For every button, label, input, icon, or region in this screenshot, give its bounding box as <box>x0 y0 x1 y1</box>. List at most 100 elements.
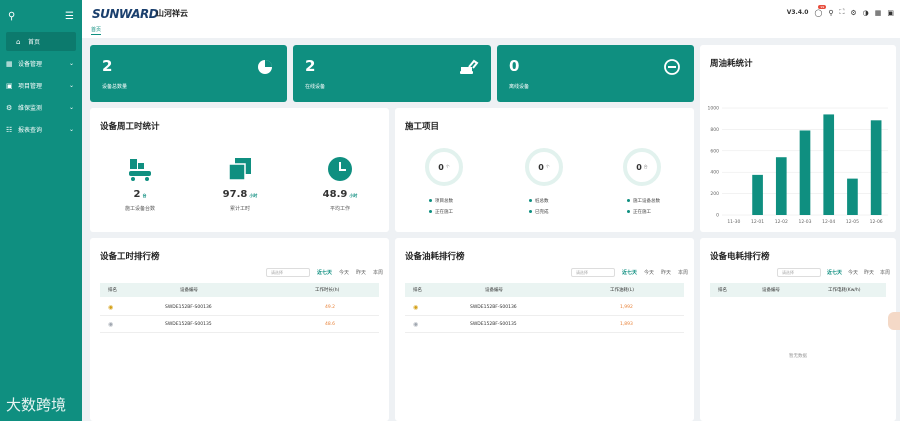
x-tick-label: 12-05 <box>846 219 859 225</box>
bar[interactable] <box>847 178 858 215</box>
ring-value: 0 <box>636 162 642 172</box>
fuel-bar-chart: 0 200 400 600 800 1000 11-30 12-01 12-02 12-03 12-… <box>708 106 888 225</box>
sidebar-item-report[interactable]: ☷ 报表查询 ⌄ <box>0 120 82 139</box>
y-tick-label: 0 <box>716 213 719 219</box>
brand-logo: SUNWARD <box>92 7 159 21</box>
legend-item: 项目总数 <box>429 198 453 204</box>
ring-unit: 台 <box>643 164 648 169</box>
settings-icon[interactable]: ⚙ <box>850 9 856 17</box>
x-tick-label: 12-06 <box>870 219 883 225</box>
weekly-unit: 小时 <box>249 193 258 198</box>
search-icon[interactable]: ⚲ <box>828 9 833 17</box>
ring-value: 0 <box>438 162 444 172</box>
bar[interactable] <box>823 114 835 215</box>
filter-today[interactable]: 今天 <box>848 269 858 276</box>
card-title: 设备工时排行榜 <box>100 252 160 262</box>
weekly-total-hours: 97.8 小时 累计工时 <box>200 153 280 212</box>
ring-unit: 个 <box>445 164 450 169</box>
filter-yesterday[interactable]: 昨天 <box>864 269 874 276</box>
bar[interactable] <box>870 120 882 215</box>
legend-item: 已完成 <box>529 209 549 215</box>
menu-collapse-icon[interactable]: ☰ <box>65 11 74 22</box>
bell-icon: ◯ <box>814 8 823 17</box>
empty-state: 暂无数据 <box>789 354 807 359</box>
sidebar-item-home[interactable]: ⌂ 首页 <box>6 32 76 51</box>
stat-card-offline: 0 离线设备 <box>497 45 694 102</box>
filter-week[interactable]: 本周 <box>373 269 383 276</box>
sidebar-item-label: 项目管理 <box>18 83 43 90</box>
filter-yesterday[interactable]: 昨天 <box>356 269 366 276</box>
filter-yesterday[interactable]: 昨天 <box>661 269 671 276</box>
bar[interactable] <box>775 157 787 215</box>
sidebar-item-label: 设备管理 <box>18 61 43 68</box>
filter-7days[interactable]: 近七天 <box>317 269 332 276</box>
y-tick-label: 1000 <box>708 106 720 112</box>
stat-label: 设备总数量 <box>102 84 128 90</box>
notification-button[interactable]: ◯ 99 <box>814 4 827 17</box>
table-row: ◉ SWDE152BF-S00135 48.6 <box>100 316 379 333</box>
weekly-label: 累计工时 <box>229 206 250 212</box>
power-rank-card: 设备电耗排行榜 请选择 近七天 今天 昨天 本周 排名 设备编号 工作电耗(Kw… <box>700 238 896 421</box>
weekly-label: 施工设备台数 <box>124 206 155 212</box>
stat-card-total: 2 设备总数量 <box>90 45 287 102</box>
silver-medal-icon: ◉ <box>108 320 114 328</box>
filter-7days[interactable]: 近七天 <box>827 269 842 276</box>
stat-value: 0 <box>509 57 520 75</box>
sidebar-item-label: 首页 <box>28 39 41 46</box>
oil-rank-card: 设备油耗排行榜 请选择 近七天 今天 昨天 本周 排名 设备编号 工作油耗(L)… <box>395 238 694 421</box>
weekly-hours-card: 设备周工时统计 2台 施工设备台数 97.8 小时 累计工时 48.9 小时 平均工… <box>90 108 389 232</box>
bar[interactable] <box>752 174 763 215</box>
pie-chart-icon <box>255 57 275 77</box>
table-row: ◉ SWDE152BF-S00135 1,893 <box>405 316 684 333</box>
version-label: V3.4.0 <box>786 9 809 16</box>
filter-bar: 请选择 近七天 今天 昨天 本周 <box>265 268 383 277</box>
assistant-avatar[interactable] <box>888 312 900 330</box>
report-icon: ☷ <box>6 125 13 134</box>
equipment-ring: 0台 <box>623 148 661 186</box>
clock-icon <box>300 153 380 185</box>
ring-unit: 个 <box>545 164 550 169</box>
chevron-down-icon: ⌄ <box>68 60 74 67</box>
table-header: 排名 设备编号 工作电耗(Kw/h) <box>710 283 886 297</box>
tab-home[interactable]: 首页 <box>91 26 102 35</box>
stat-value: 2 <box>102 57 113 75</box>
device-icon: ▦ <box>6 59 13 68</box>
table-row: ◉ SWDE152BF-S00136 49.2 <box>100 299 379 316</box>
filter-today[interactable]: 今天 <box>339 269 349 276</box>
filter-7days[interactable]: 近七天 <box>622 269 637 276</box>
header: SUNWARD 山河祥云 首页 V3.4.0 ◯ 99 ⚲ ⛶ ⚙ ◑ ▦ ▣ <box>82 0 900 38</box>
project-ring: 0个 <box>425 148 463 186</box>
sidebar-item-device[interactable]: ▦ 设备管理 ⌄ <box>0 54 82 73</box>
stat-value: 2 <box>305 57 316 75</box>
sidebar-item-maintenance[interactable]: ⚙ 维保监测 ⌄ <box>0 98 82 117</box>
date-picker[interactable]: 请选择 <box>265 268 310 277</box>
language-icon[interactable]: ▣ <box>887 9 894 17</box>
weekly-unit: 小时 <box>349 193 358 198</box>
maintenance-icon: ⚙ <box>6 103 13 112</box>
sidebar-item-project[interactable]: ▣ 项目管理 ⌄ <box>0 76 82 95</box>
pile-ring: 0个 <box>525 148 563 186</box>
home-icon: ⌂ <box>16 37 21 46</box>
y-tick-label: 200 <box>710 191 719 197</box>
table-row: ◉ SWDE152BF-S00136 1,992 <box>405 299 684 316</box>
weekly-unit: 台 <box>142 193 147 198</box>
date-picker[interactable]: 请选择 <box>776 268 821 277</box>
y-tick-label: 600 <box>710 148 719 154</box>
excavator-icon <box>459 57 479 77</box>
fullscreen-icon[interactable]: ⛶ <box>839 8 844 17</box>
header-tools: V3.4.0 ◯ 99 ⚲ ⛶ ⚙ ◑ ▦ ▣ <box>786 4 894 17</box>
sidebar-top: ⚲ ☰ <box>0 0 82 32</box>
legend-item: 正在施工 <box>627 209 651 215</box>
legend-item: 正在施工 <box>429 209 453 215</box>
filter-week[interactable]: 本周 <box>880 269 890 276</box>
bar[interactable] <box>799 130 811 215</box>
filter-today[interactable]: 今天 <box>644 269 654 276</box>
search-icon[interactable]: ⚲ <box>8 11 15 22</box>
theme-icon[interactable]: ◑ <box>863 9 869 17</box>
chevron-down-icon: ⌄ <box>68 126 74 133</box>
layout-icon[interactable]: ▦ <box>875 9 882 17</box>
filter-week[interactable]: 本周 <box>678 269 688 276</box>
date-picker[interactable]: 请选择 <box>570 268 615 277</box>
ring-value: 0 <box>538 162 544 172</box>
weekly-value: 48.9 <box>322 189 348 200</box>
